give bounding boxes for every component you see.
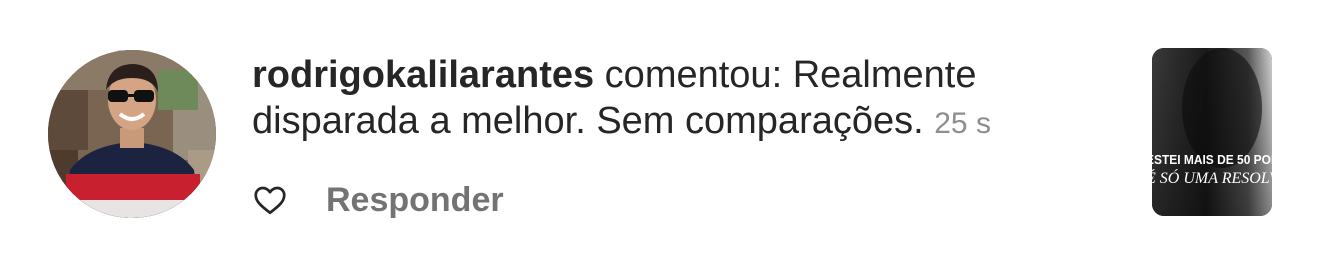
avatar[interactable] xyxy=(48,50,216,218)
thumbnail-caption-line-2: É SÓ UMA RESOLVE xyxy=(1152,170,1272,187)
comment-timestamp: 25 s xyxy=(934,107,991,140)
comment-text: rodrigokalilarantes comentou: Realmente … xyxy=(252,52,1122,147)
reply-button[interactable]: Responder xyxy=(326,181,504,220)
heart-outline-icon[interactable] xyxy=(252,182,288,218)
post-thumbnail[interactable]: ESTEI MAIS DE 50 POMAD É SÓ UMA RESOLVE xyxy=(1152,48,1272,216)
post-thumbnail-image xyxy=(1152,48,1272,216)
comment-content: rodrigokalilarantes comentou: Realmente … xyxy=(252,52,1122,147)
avatar-photo xyxy=(48,50,216,218)
comment-actions: Responder xyxy=(252,178,504,222)
thumbnail-caption-line-1: ESTEI MAIS DE 50 POMAD xyxy=(1152,152,1272,167)
comment-username[interactable]: rodrigokalilarantes xyxy=(252,54,594,96)
comment-notification[interactable]: rodrigokalilarantes comentou: Realmente … xyxy=(0,0,1320,256)
comment-action: comentou: xyxy=(594,54,793,96)
